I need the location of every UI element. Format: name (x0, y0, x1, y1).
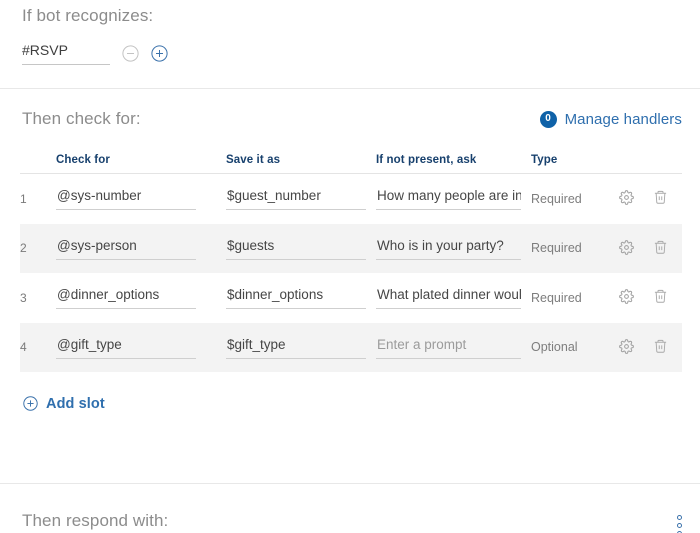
trash-icon[interactable] (650, 286, 670, 306)
check-for-input[interactable] (56, 187, 196, 211)
intent-row (22, 40, 700, 66)
save-it-as-input[interactable] (226, 187, 366, 211)
row-number: 3 (20, 290, 27, 305)
prompt-input[interactable] (376, 187, 521, 211)
gear-icon[interactable] (616, 287, 636, 307)
save-it-as-input[interactable] (226, 335, 366, 359)
save-it-as-input[interactable] (226, 286, 366, 310)
add-slot-button[interactable]: Add slot (22, 395, 105, 412)
table-row: 4 Optional (20, 322, 682, 372)
check-for-input[interactable] (56, 236, 196, 260)
manage-handlers-label: Manage handlers (564, 110, 682, 128)
gear-icon[interactable] (616, 237, 636, 257)
intent-section-heading: If bot recognizes: (22, 6, 154, 25)
table-row: 3 Required (20, 273, 682, 323)
prompt-input[interactable] (376, 236, 521, 260)
slots-section: Then check for: 0 Manage handlers Check … (0, 104, 700, 412)
bot-dialog-node-editor: If bot recognizes: Then check for (0, 0, 700, 533)
handlers-count-badge: 0 (539, 110, 557, 128)
trash-icon[interactable] (650, 237, 670, 257)
overflow-dot (677, 515, 682, 520)
slot-type-label: Required (531, 191, 582, 206)
intent-section: If bot recognizes: (0, 0, 700, 66)
slot-type-label: Optional (531, 340, 578, 355)
column-header-save-it-as: Save it as (226, 154, 281, 166)
manage-handlers-link[interactable]: 0 Manage handlers (539, 110, 682, 128)
column-header-check-for: Check for (56, 154, 110, 166)
check-for-input[interactable] (56, 286, 196, 310)
slots-table: Check for Save it as If not present, ask… (0, 152, 700, 372)
save-it-as-input[interactable] (226, 236, 366, 260)
table-row: 1 Required (20, 174, 682, 224)
slot-type-label: Required (531, 290, 582, 305)
slot-type-label: Required (531, 241, 582, 256)
respond-section: Then respond with: (0, 483, 700, 533)
column-header-type: Type (531, 154, 558, 166)
intent-section-heading-wrap: If bot recognizes: (22, 0, 700, 26)
respond-section-heading: Then respond with: (22, 511, 169, 530)
trash-icon[interactable] (650, 336, 670, 356)
table-row: 2 Required (20, 223, 682, 273)
gear-icon[interactable] (616, 188, 636, 208)
row-number: 1 (20, 191, 27, 206)
trash-icon[interactable] (650, 187, 670, 207)
intent-input[interactable] (22, 41, 110, 65)
overflow-dot (677, 523, 682, 528)
gear-icon[interactable] (616, 336, 636, 356)
plus-circle-icon (22, 395, 39, 412)
prompt-input[interactable] (376, 286, 521, 310)
add-slot-label: Add slot (46, 395, 105, 412)
prompt-input[interactable] (376, 335, 521, 359)
row-number: 2 (20, 241, 27, 256)
column-header-if-not-present-ask: If not present, ask (376, 154, 477, 166)
slots-section-heading: Then check for: (22, 109, 141, 128)
plus-circle-icon[interactable] (151, 44, 168, 62)
slots-table-header-row: Check for Save it as If not present, ask… (20, 152, 682, 174)
check-for-input[interactable] (56, 335, 196, 359)
overflow-menu-vertical-icon[interactable] (677, 511, 682, 533)
minus-circle-icon[interactable] (122, 44, 139, 62)
row-number: 4 (20, 340, 27, 355)
section-divider-top (0, 88, 700, 89)
slots-section-header: Then check for: 0 Manage handlers (0, 104, 700, 134)
slots-table-body: 1 Required 2 Required 3 Required 4 Optional (20, 174, 682, 372)
